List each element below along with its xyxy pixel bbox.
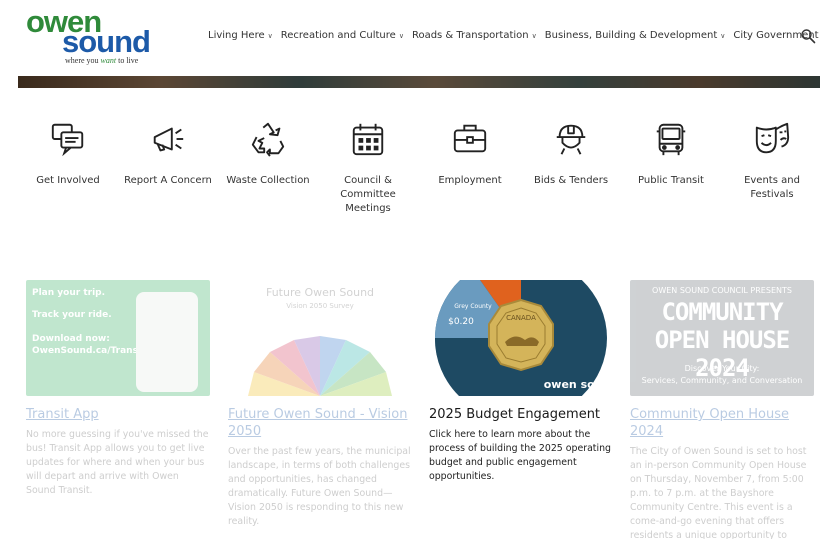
bus-icon (656, 123, 686, 156)
quick-links: Get Involved Report A Concern Waste Coll… (18, 120, 820, 230)
nav-business-building[interactable]: Business, Building & Development ∨ (545, 30, 726, 41)
card-image: Plan your trip. Track your ride. Downloa… (26, 280, 210, 396)
card-description: Over the past few years, the municipal l… (228, 446, 411, 527)
quick-link-events-festivals[interactable]: Events and Festivals (722, 120, 820, 202)
quick-link-bids-tenders[interactable]: Bids & Tenders (521, 120, 621, 188)
card-description: The City of Owen Sound is set to host an… (630, 446, 807, 539)
owen-sound-logo[interactable]: owen sound where you want to live (26, 4, 156, 68)
card-image: Future Owen Sound Vision 2050 Survey (228, 280, 412, 396)
chevron-down-icon: ∨ (267, 31, 273, 40)
nav-roads-transportation[interactable]: Roads & Transportation ∨ (412, 30, 537, 41)
card-budget-engagement[interactable]: CANADA $0.20 Grey County owen sound 2025… (429, 280, 613, 484)
hero-banner-strip (18, 76, 820, 88)
card-title[interactable]: 2025 Budget Engagement (429, 406, 613, 423)
quick-link-report-concern[interactable]: Report A Concern (118, 120, 218, 188)
svg-text:owen sound: owen sound (544, 378, 613, 391)
briefcase-icon (453, 124, 487, 153)
card-image: CANADA $0.20 Grey County owen sound (429, 280, 613, 396)
vision-fan-graphic (248, 336, 392, 396)
megaphone-icon (153, 127, 184, 152)
card-community-open-house[interactable]: OWEN SOUND COUNCIL PRESENTS COMMUNITY OP… (630, 280, 814, 539)
chevron-down-icon: ∨ (720, 31, 726, 40)
search-icon[interactable] (800, 28, 816, 44)
quick-link-employment[interactable]: Employment (420, 120, 520, 188)
card-description: No more guessing if you've missed the bu… (26, 429, 209, 496)
nav-living-here[interactable]: Living Here ∨ (208, 30, 273, 41)
card-title[interactable]: Transit App (26, 406, 210, 423)
chevron-down-icon: ∨ (398, 31, 404, 40)
chevron-down-icon: ∨ (531, 31, 537, 40)
svg-text:Grey County: Grey County (454, 303, 492, 310)
quick-link-get-involved[interactable]: Get Involved (18, 120, 118, 188)
card-title[interactable]: Community Open House 2024 (630, 406, 814, 440)
card-image: OWEN SOUND COUNCIL PRESENTS COMMUNITY OP… (630, 280, 814, 396)
card-future-owen-sound[interactable]: Future Owen Sound Vision 2050 Survey Fut… (228, 280, 412, 529)
feature-cards: Plan your trip. Track your ride. Downloa… (0, 280, 820, 539)
phone-mockup (136, 292, 198, 392)
quick-link-waste-collection[interactable]: Waste Collection (218, 120, 318, 188)
hardhat-icon (556, 124, 586, 155)
main-nav: Living Here ∨ Recreation and Culture ∨ Roa… (208, 30, 820, 41)
calendar-icon (352, 123, 384, 156)
theatre-masks-icon (755, 122, 790, 154)
site-header: owen sound where you want to live Living… (0, 0, 820, 76)
budget-pie-graphic: CANADA $0.20 Grey County owen sound (434, 280, 613, 396)
card-transit-app[interactable]: Plan your trip. Track your ride. Downloa… (26, 280, 210, 498)
logo-word-sound: sound (62, 24, 151, 59)
svg-text:$0.20: $0.20 (448, 317, 474, 327)
recycle-icon (251, 122, 285, 157)
quick-link-council-meetings[interactable]: Council & Committee Meetings (318, 120, 418, 216)
svg-text:CANADA: CANADA (506, 314, 536, 322)
quick-link-public-transit[interactable]: Public Transit (621, 120, 721, 188)
logo-tagline: where you want to live (65, 56, 139, 65)
nav-recreation-culture[interactable]: Recreation and Culture ∨ (281, 30, 404, 41)
card-description: Click here to learn more about the proce… (429, 429, 611, 482)
chat-icon (51, 123, 84, 157)
card-title[interactable]: Future Owen Sound - Vision 2050 (228, 406, 412, 440)
